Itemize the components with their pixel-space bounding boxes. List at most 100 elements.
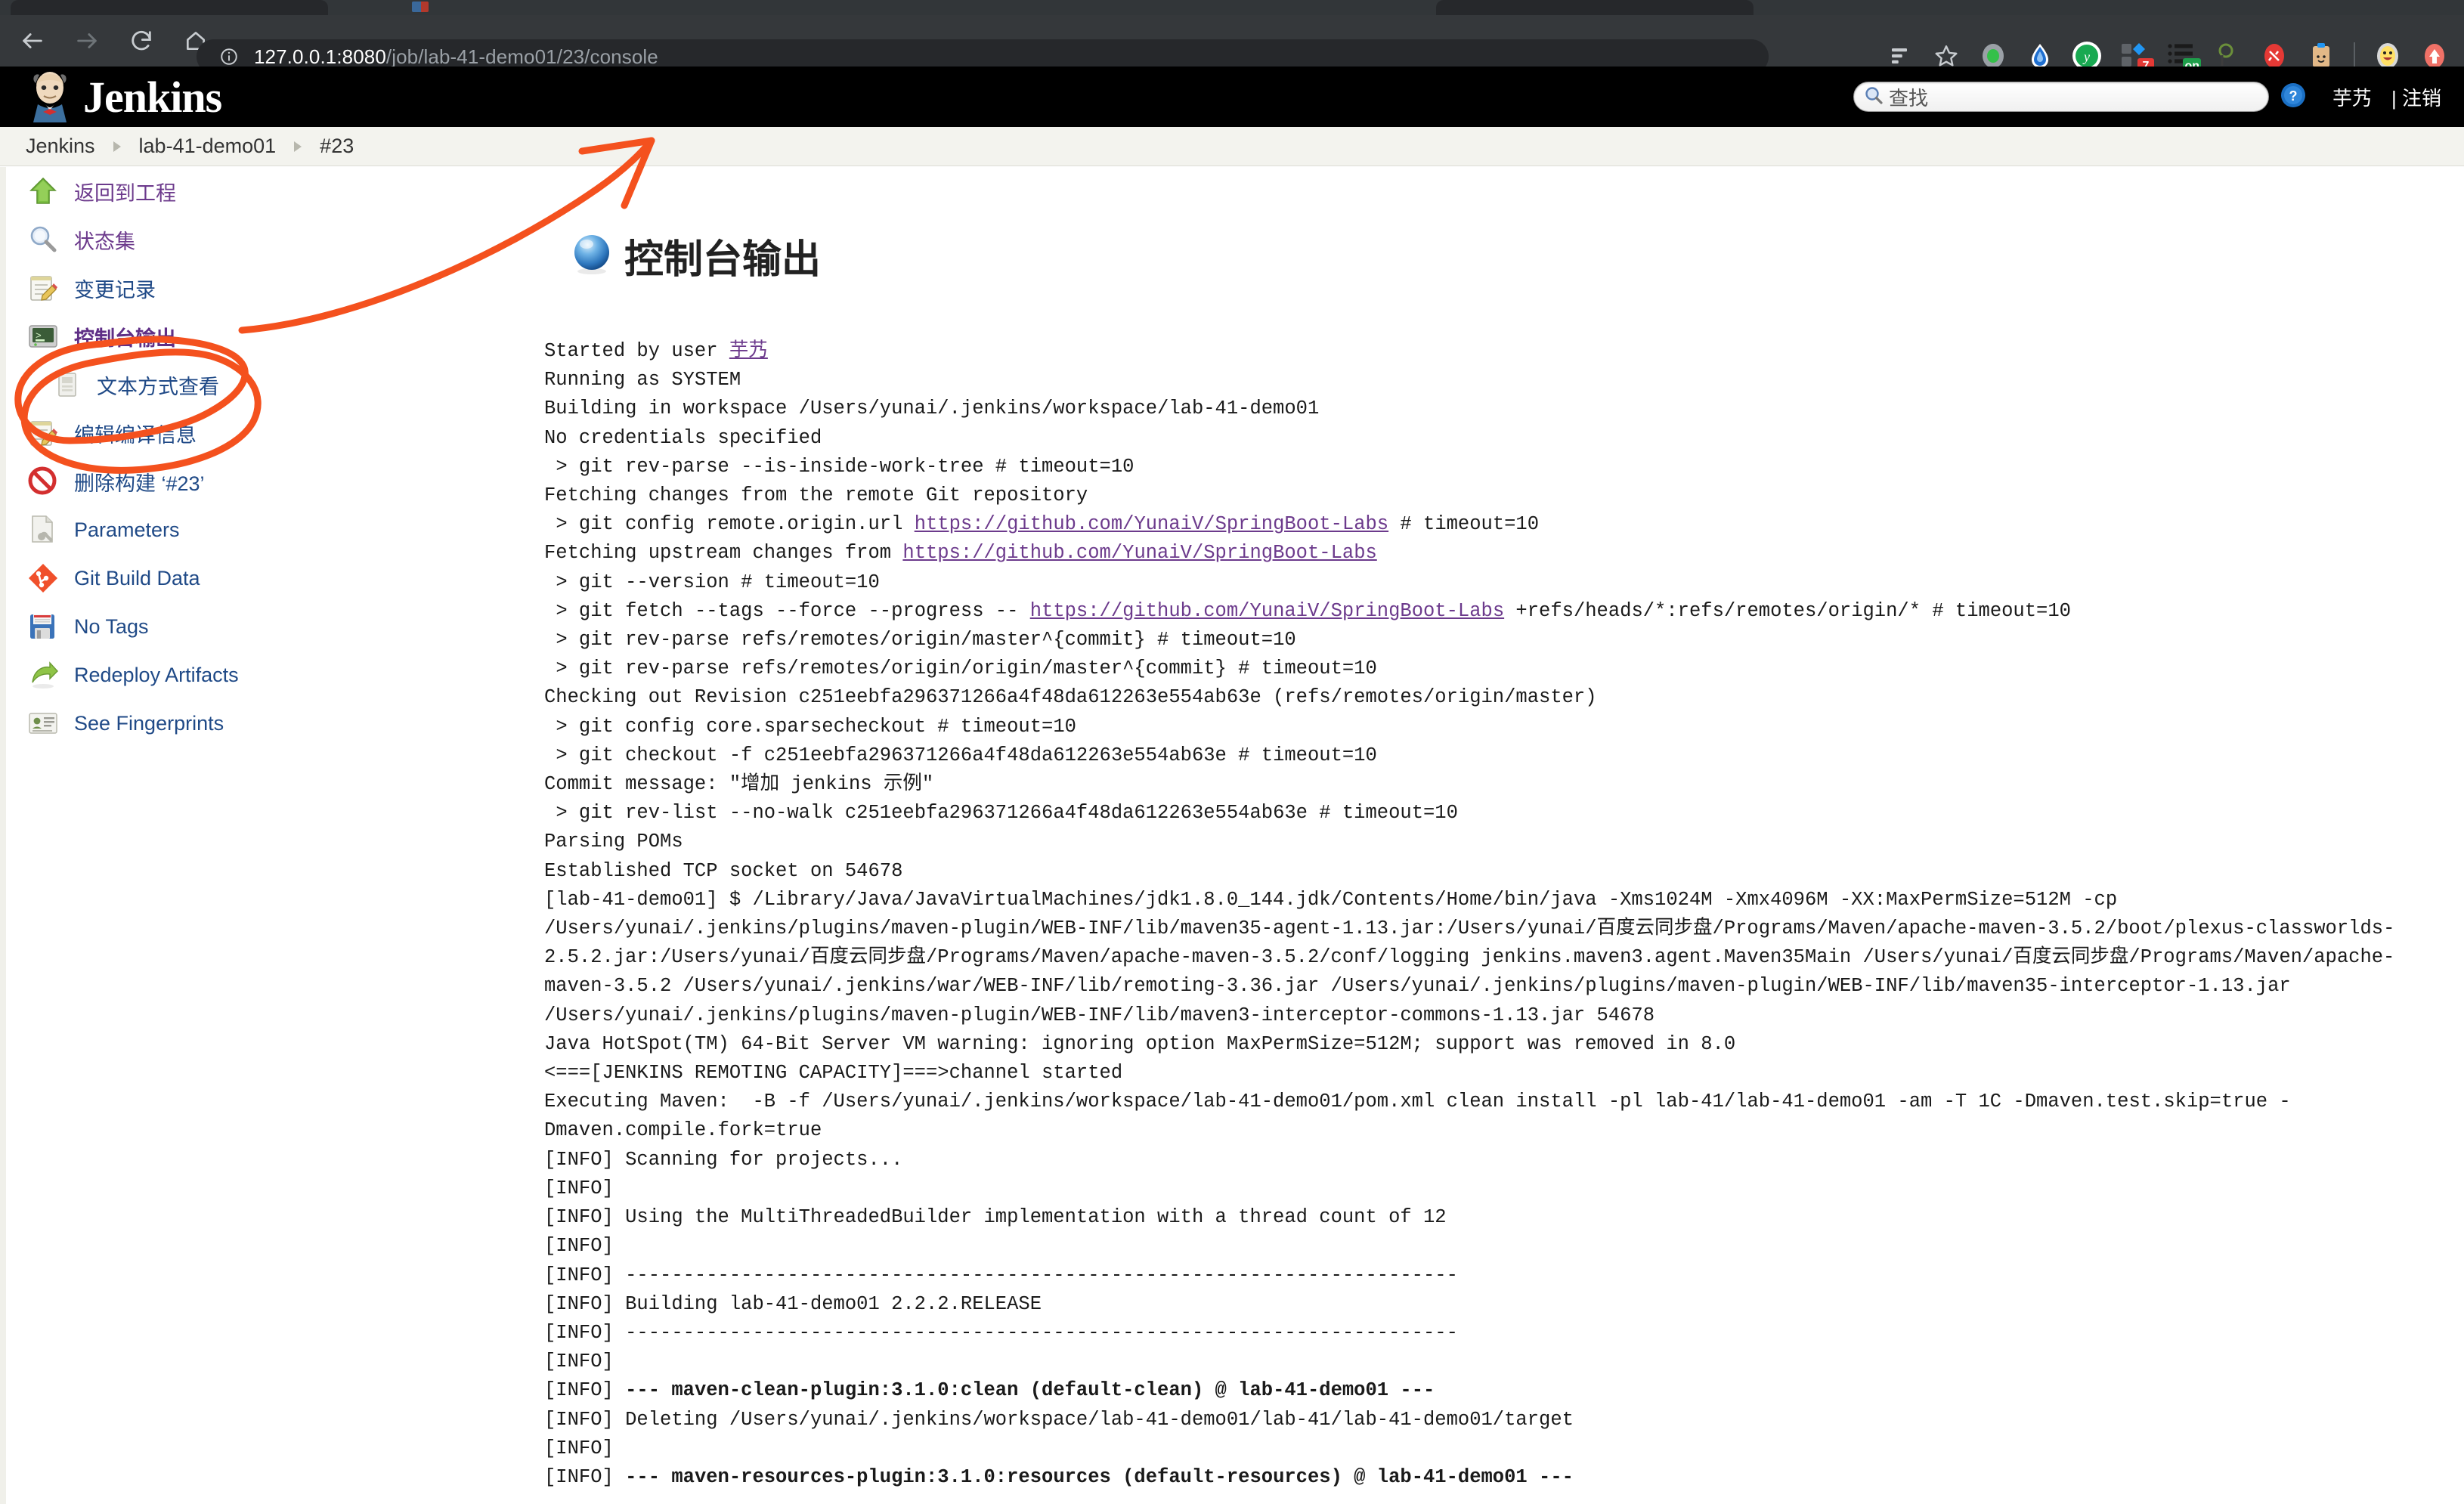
sidebar-item-1[interactable]: 状态集 xyxy=(6,215,529,264)
browser-tabstrip xyxy=(0,0,2464,15)
sidebar-item-4[interactable]: 文本方式查看 xyxy=(6,361,529,409)
help-question-icon[interactable]: ? xyxy=(2280,82,2307,113)
green-up-arrow-icon xyxy=(26,174,60,209)
breadcrumb-item-build[interactable]: #23 xyxy=(320,135,354,158)
svg-text:?: ? xyxy=(2289,88,2298,104)
console-line: > git config core.sparsecheckout # timeo… xyxy=(544,715,1076,738)
console-line: [INFO] Building lab-41-demo01 2.2.2.RELE… xyxy=(544,1292,1042,1315)
console-line: [INFO] ---------------------------------… xyxy=(544,1321,1458,1344)
back-arrow-icon[interactable] xyxy=(11,19,54,63)
console-line: Parsing POMs xyxy=(544,831,683,853)
sidebar-item-0[interactable]: 返回到工程 xyxy=(6,167,529,215)
console-link[interactable]: https://github.com/YunaiV/SpringBoot-Lab… xyxy=(902,542,1376,564)
console-line: [INFO] xyxy=(544,1177,614,1199)
page-body: 返回到工程状态集变更记录 > 控制台输出文本方式查看编辑编译信息删除构建 ‘#23’… xyxy=(0,167,2464,1504)
console-line: [lab-41-demo01] $ /Library/Java/JavaVirt… xyxy=(544,888,2395,1026)
reload-icon[interactable] xyxy=(119,19,163,63)
sidebar-item-label: 变更记录 xyxy=(74,278,156,302)
sidebar-item-label: 状态集 xyxy=(74,230,135,253)
toolbar-divider xyxy=(2354,42,2355,70)
console-line: [INFO] Using the MultiThreadedBuilder im… xyxy=(544,1206,1447,1229)
console-line: Running as SYSTEM xyxy=(544,369,741,391)
user-name-link[interactable]: 芋艿 xyxy=(2332,83,2372,111)
chevron-right-icon xyxy=(113,141,121,152)
notepad-pencil-icon xyxy=(26,271,60,305)
sidebar-item-2[interactable]: 变更记录 xyxy=(6,264,529,312)
console-line: Fetching changes from the remote Git rep… xyxy=(544,484,1088,507)
breadcrumb-item-job[interactable]: lab-41-demo01 xyxy=(139,135,277,158)
sidebar-item-label: See Fingerprints xyxy=(74,711,224,735)
console-line: <===[JENKINS REMOTING CAPACITY]===>chann… xyxy=(544,1062,1123,1085)
breadcrumb: Jenkins lab-41-demo01 #23 xyxy=(0,127,2464,166)
jenkins-home-link[interactable]: Jenkins xyxy=(26,68,222,126)
console-line: [INFO] ---------------------------------… xyxy=(544,1264,1458,1286)
sidebar-item-9[interactable]: No Tags xyxy=(6,602,529,651)
sidebar-item-6[interactable]: 删除构建 ‘#23’ xyxy=(6,457,529,506)
site-info-icon[interactable] xyxy=(219,47,239,67)
document-wrench-icon xyxy=(26,512,60,547)
console-line: Java HotSpot(TM) 64-Bit Server VM warnin… xyxy=(544,1032,1736,1055)
chevron-right-icon xyxy=(294,141,302,152)
sidebar-item-label: Git Build Data xyxy=(74,566,200,590)
sidebar-item-label: Redeploy Artifacts xyxy=(74,663,239,686)
forward-arrow-icon[interactable] xyxy=(65,19,109,63)
console-line: Established TCP socket on 54678 xyxy=(544,859,903,882)
sidebar-item-label: 返回到工程 xyxy=(74,181,176,205)
sidebar-item-label: Parameters xyxy=(74,518,180,541)
console-link[interactable]: https://github.com/YunaiV/SpringBoot-Lab… xyxy=(1030,600,1504,622)
fingerprint-card-icon xyxy=(26,706,60,741)
sidebar-item-3[interactable]: > 控制台输出 xyxy=(6,312,529,361)
logout-link[interactable]: | 注销 xyxy=(2391,83,2441,111)
url-path: /job/lab-41-demo01/23/console xyxy=(385,45,658,68)
sidebar-item-7[interactable]: Parameters xyxy=(6,506,529,554)
no-entry-icon xyxy=(26,464,60,499)
sidebar-item-label: 控制台输出 xyxy=(74,326,176,350)
browser-tab-other[interactable] xyxy=(1436,0,1754,15)
sidebar-item-5[interactable]: 编辑编译信息 xyxy=(6,409,529,457)
console-link[interactable]: https://github.com/YunaiV/SpringBoot-Lab… xyxy=(915,513,1388,535)
main-content: 控制台输出 Started by user 芋艿 Running as SYSTE… xyxy=(529,167,2464,1504)
sidebar-item-label: 编辑编译信息 xyxy=(74,423,197,447)
jenkins-butler-logo-icon xyxy=(26,68,74,126)
magnifier-icon xyxy=(26,222,60,257)
console-line: No credentials specified xyxy=(544,426,822,449)
notepad-pencil-icon xyxy=(26,416,60,450)
console-link[interactable]: 芋艿 xyxy=(729,340,768,362)
browser-chrome: 127.0.0.1:8080/job/lab-41-demo01/23/cons… xyxy=(0,0,2464,75)
browser-tab-active[interactable] xyxy=(11,0,328,15)
console-line: Executing Maven: -B -f /Users/yunai/.jen… xyxy=(544,1091,2291,1142)
jenkins-header: Jenkins 查找 ? 芋艿 | 注销 xyxy=(0,67,2464,127)
tab-favicon-icon xyxy=(412,2,429,12)
console-line: > git rev-parse --is-inside-work-tree # … xyxy=(544,455,1134,478)
console-line: > git rev-list --no-walk c251eebfa296371… xyxy=(544,802,1458,825)
console-line: [INFO] Scanning for projects... xyxy=(544,1148,903,1171)
console-line: Checking out Revision c251eebfa296371266… xyxy=(544,686,1597,709)
sidebar-item-8[interactable]: Git Build Data xyxy=(6,554,529,602)
console-line: [INFO] --- maven-resources-plugin:3.1.0:… xyxy=(544,1465,1574,1488)
sidebar-item-10[interactable]: Redeploy Artifacts xyxy=(6,651,529,699)
svg-text:y: y xyxy=(2082,49,2090,64)
sidebar-item-label: 文本方式查看 xyxy=(97,375,219,398)
browser-nav-bar: 127.0.0.1:8080/job/lab-41-demo01/23/cons… xyxy=(0,15,2464,75)
sidebar-item-label: No Tags xyxy=(74,614,149,638)
search-magnifier-icon xyxy=(1863,85,1884,110)
console-line: Building in workspace /Users/yunai/.jenk… xyxy=(544,398,1320,420)
console-line: Started by user 芋艿 xyxy=(544,340,768,362)
search-input[interactable]: 查找 xyxy=(1853,82,2269,112)
sidebar-item-11[interactable]: See Fingerprints xyxy=(6,699,529,747)
page-title: 控制台输出 xyxy=(570,227,2464,284)
search-placeholder-text: 查找 xyxy=(1889,86,1929,110)
console-line: > git rev-parse refs/remotes/origin/orig… xyxy=(544,658,1377,680)
document-icon xyxy=(53,370,83,400)
breadcrumb-item-jenkins[interactable]: Jenkins xyxy=(26,135,95,158)
sidebar: 返回到工程状态集变更记录 > 控制台输出文本方式查看编辑编译信息删除构建 ‘#23’… xyxy=(0,167,529,1504)
console-line: Fetching upstream changes from https://g… xyxy=(544,542,1377,565)
console-line: [INFO] xyxy=(544,1351,614,1373)
url-host: 127.0.0.1:8080 xyxy=(254,45,386,68)
git-diamond-icon xyxy=(26,561,60,596)
console-line-emphasis: --- maven-clean-plugin:3.1.0:clean (defa… xyxy=(625,1379,1435,1402)
console-line-emphasis: --- maven-resources-plugin:3.1.0:resourc… xyxy=(625,1465,1574,1488)
console-line: [INFO] xyxy=(544,1437,614,1459)
header-right-group: 查找 ? 芋艿 | 注销 xyxy=(1853,67,2449,127)
console-line: [INFO] Deleting /Users/yunai/.jenkins/wo… xyxy=(544,1408,1574,1431)
